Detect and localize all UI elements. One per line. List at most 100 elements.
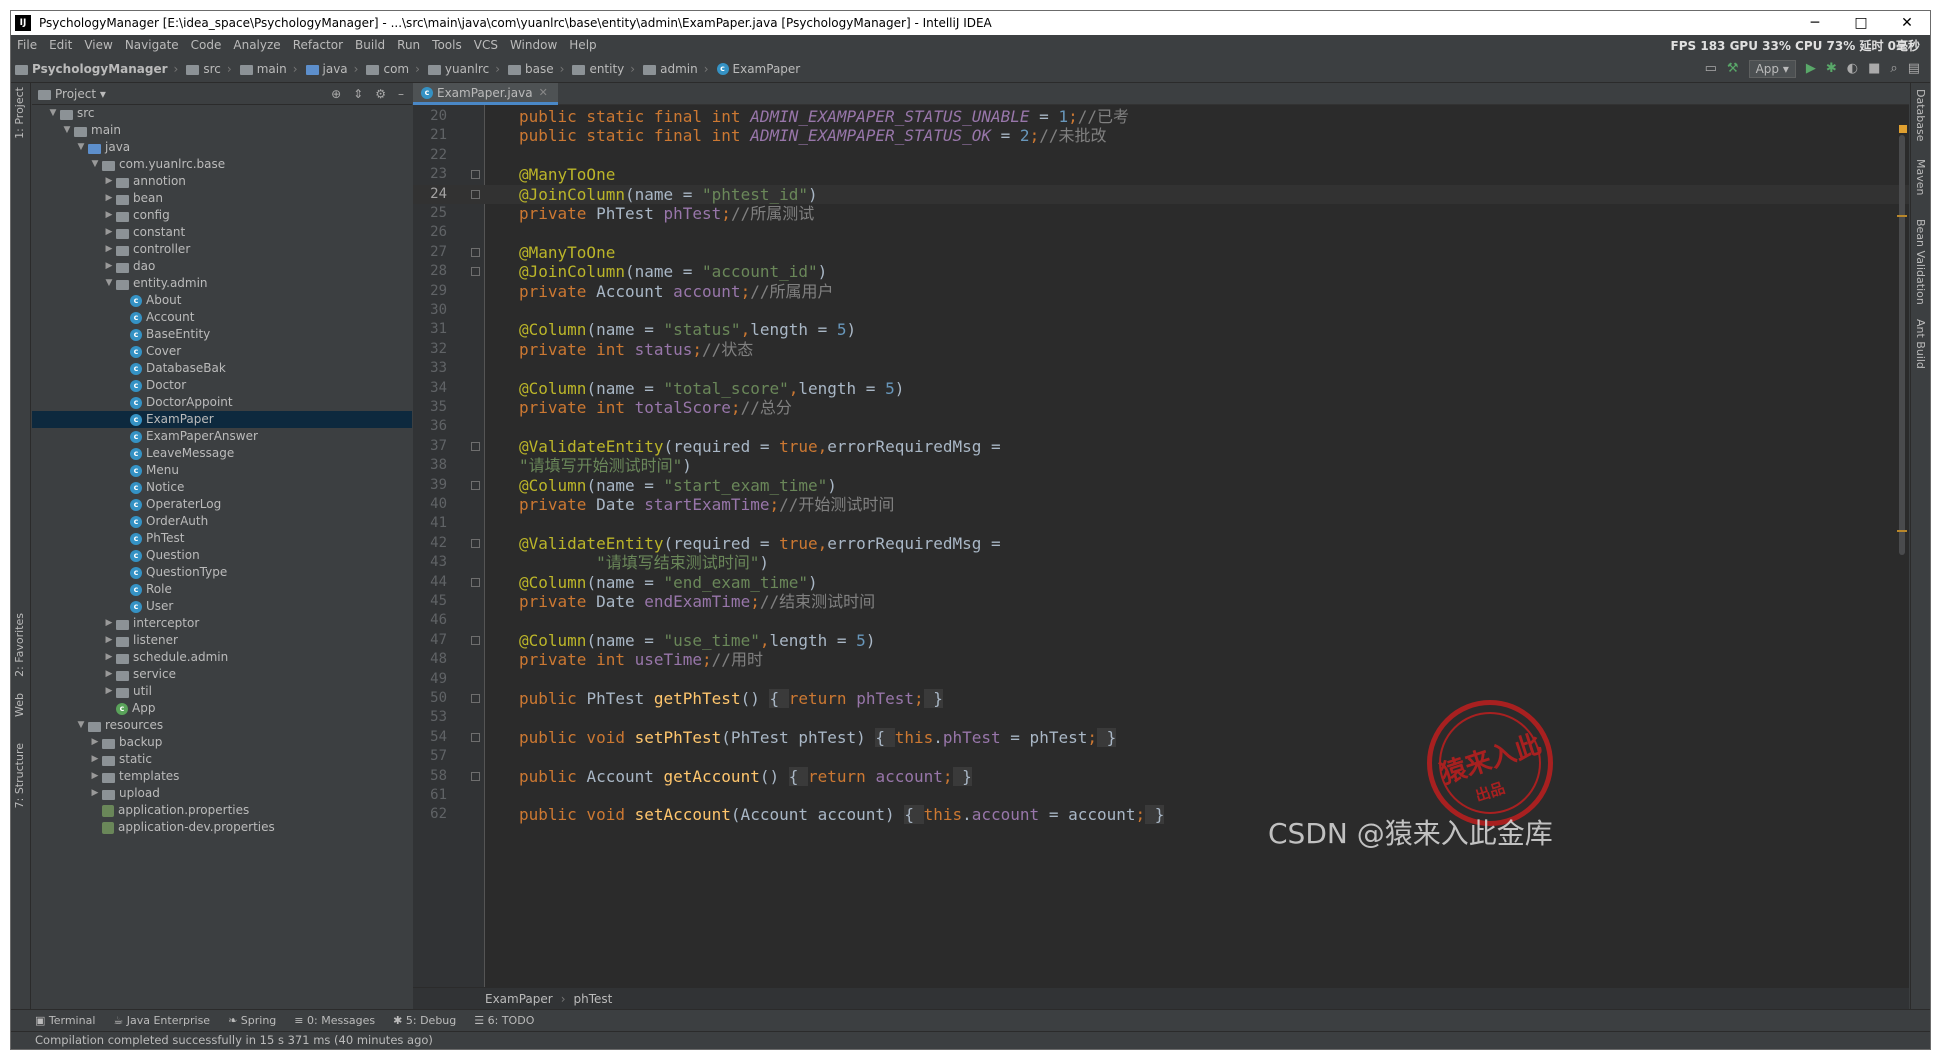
fold-marker-icon[interactable] — [471, 441, 480, 451]
code-line[interactable]: 61 — [413, 786, 1909, 805]
tree-item[interactable]: ▶ listener — [32, 632, 412, 649]
warning-stripe[interactable] — [1897, 530, 1907, 532]
tree-item[interactable]: c ExamPaper — [32, 411, 412, 428]
code-line[interactable]: 26 — [413, 223, 1909, 242]
fold-marker-icon[interactable] — [471, 189, 480, 199]
tree-item[interactable]: c App — [32, 700, 412, 717]
tree-item[interactable]: c Account — [32, 309, 412, 326]
collapse-arrow-icon[interactable]: ▶ — [88, 734, 102, 751]
tree-item[interactable]: ▼ java — [32, 139, 412, 156]
tool-tab-debug[interactable]: ✱ 5: Debug — [393, 1014, 456, 1027]
code-line[interactable]: 48 private int useTime;//用时 — [413, 650, 1909, 669]
tree-item[interactable]: ▶ config — [32, 207, 412, 224]
tree-item[interactable]: ▶ annotion — [32, 173, 412, 190]
code-line[interactable]: 30 — [413, 301, 1909, 320]
code-line[interactable]: 33 — [413, 359, 1909, 378]
menu-view[interactable]: View — [78, 38, 118, 52]
debug-icon[interactable]: ✱ — [1826, 61, 1837, 76]
code-line[interactable]: 20 public static final int ADMIN_EXAMPAPE… — [413, 107, 1909, 126]
coverage-icon[interactable]: ◐ — [1847, 61, 1858, 76]
tool-tab-web[interactable]: Web — [13, 693, 26, 717]
fold-marker-icon[interactable] — [471, 247, 480, 257]
locate-file-icon[interactable]: ⊕ — [331, 87, 341, 101]
fold-marker-icon[interactable] — [471, 267, 480, 277]
collapse-arrow-icon[interactable]: ▶ — [102, 241, 116, 258]
tree-item[interactable]: ▶ controller — [32, 241, 412, 258]
code-line[interactable]: 29 private Account account;//所属用户 — [413, 282, 1909, 301]
code-line[interactable]: 45 private Date endExamTime;//结束测试时间 — [413, 592, 1909, 611]
code-line[interactable]: 42 @ValidateEntity(required = true,errorR… — [413, 534, 1909, 553]
tree-item[interactable]: c Menu — [32, 462, 412, 479]
tree-item[interactable]: ▶ constant — [32, 224, 412, 241]
menu-build[interactable]: Build — [349, 38, 391, 52]
menu-edit[interactable]: Edit — [43, 38, 78, 52]
build-hammer-icon[interactable]: ⚒ — [1727, 61, 1739, 76]
tree-item[interactable]: ▶ templates — [32, 768, 412, 785]
expand-arrow-icon[interactable]: ▼ — [88, 156, 102, 173]
breadcrumb-project[interactable]: PsychologyManager › — [11, 62, 182, 76]
code-line[interactable]: 25 private PhTest phTest;//所属测试 — [413, 204, 1909, 223]
tree-item[interactable]: ▼ main — [32, 122, 412, 139]
code-line[interactable]: 32 private int status;//状态 — [413, 340, 1909, 359]
tree-item[interactable]: c BaseEntity — [32, 326, 412, 343]
tree-item[interactable]: ▶ util — [32, 683, 412, 700]
menu-window[interactable]: Window — [504, 38, 563, 52]
tree-item[interactable]: c User — [32, 598, 412, 615]
code-line[interactable]: 57 — [413, 747, 1909, 766]
menu-navigate[interactable]: Navigate — [119, 38, 185, 52]
code-line[interactable]: 54 public void setPhTest(PhTest phTest) {… — [413, 727, 1909, 747]
tree-item[interactable]: c OrderAuth — [32, 513, 412, 530]
tool-tab-messages[interactable]: ≡ 0: Messages — [294, 1014, 375, 1027]
tree-item[interactable]: c Role — [32, 581, 412, 598]
tool-tab-java-enterprise[interactable]: ☕ Java Enterprise — [113, 1014, 210, 1027]
breadcrumb-src[interactable]: src › — [182, 62, 235, 76]
tree-item[interactable]: c Cover — [32, 343, 412, 360]
code-line[interactable]: 40 private Date startExamTime;//开始测试时间 — [413, 495, 1909, 514]
tree-item[interactable]: ▶ backup — [32, 734, 412, 751]
breadcrumb-yuanlrc[interactable]: yuanlrc › — [424, 62, 504, 76]
code-line[interactable]: 22 — [413, 146, 1909, 165]
menu-file[interactable]: File — [11, 38, 43, 52]
tree-item[interactable]: c LeaveMessage — [32, 445, 412, 462]
gear-icon[interactable]: ⚙ — [375, 87, 386, 101]
tree-item[interactable]: ▶ interceptor — [32, 615, 412, 632]
breadcrumb-entity[interactable]: entity › — [568, 62, 639, 76]
code-line[interactable]: 37 @ValidateEntity(required = true,errorR… — [413, 437, 1909, 456]
editor-breadcrumb-field[interactable]: phTest — [574, 992, 613, 1006]
tree-item[interactable]: c Question — [32, 547, 412, 564]
tree-item[interactable]: c PhTest — [32, 530, 412, 547]
collapse-arrow-icon[interactable]: ▶ — [102, 649, 116, 666]
collapse-all-icon[interactable]: ⇕ — [353, 87, 363, 101]
code-line[interactable]: 39 @Column(name = "start_exam_time") — [413, 476, 1909, 495]
collapse-arrow-icon[interactable]: ▶ — [102, 666, 116, 683]
breadcrumb-main[interactable]: main › — [236, 62, 302, 76]
code-line[interactable]: 36 — [413, 417, 1909, 436]
tree-item[interactable]: ▶ bean — [32, 190, 412, 207]
fold-marker-icon[interactable] — [471, 480, 480, 490]
tree-item[interactable]: c Doctor — [32, 377, 412, 394]
tool-tab-maven[interactable]: Maven — [1914, 159, 1927, 195]
code-line[interactable]: 27 @ManyToOne — [413, 243, 1909, 262]
fold-marker-icon[interactable] — [471, 771, 480, 781]
fold-marker-icon[interactable] — [471, 577, 480, 587]
tree-item[interactable]: ▼ src — [32, 105, 412, 122]
code-line[interactable]: 62 public void setAccount(Account account… — [413, 805, 1909, 825]
run-icon[interactable]: ▶ — [1806, 61, 1816, 76]
collapse-arrow-icon[interactable]: ▶ — [88, 785, 102, 802]
expand-arrow-icon[interactable]: ▼ — [46, 105, 60, 122]
tool-tab-todo[interactable]: ☰ 6: TODO — [474, 1014, 534, 1027]
code-line[interactable]: 41 — [413, 514, 1909, 533]
close-tab-icon[interactable]: ✕ — [539, 86, 548, 99]
tool-tab-ant-build[interactable]: Ant Build — [1914, 319, 1927, 369]
fold-marker-icon[interactable] — [471, 635, 480, 645]
search-icon[interactable]: ⌕ — [1890, 61, 1897, 76]
tree-item[interactable]: ▶ upload — [32, 785, 412, 802]
layout-icon[interactable]: ▤ — [1908, 61, 1920, 76]
tree-item[interactable]: application-dev.properties — [32, 819, 412, 836]
code-line[interactable]: 44 @Column(name = "end_exam_time") — [413, 573, 1909, 592]
menu-run[interactable]: Run — [391, 38, 426, 52]
code-line[interactable]: 28 @JoinColumn(name = "account_id") — [413, 262, 1909, 281]
vertical-scrollbar[interactable] — [1899, 135, 1905, 555]
inspection-status-icon[interactable] — [1899, 125, 1907, 133]
code-line[interactable]: 31 @Column(name = "status",length = 5) — [413, 320, 1909, 339]
